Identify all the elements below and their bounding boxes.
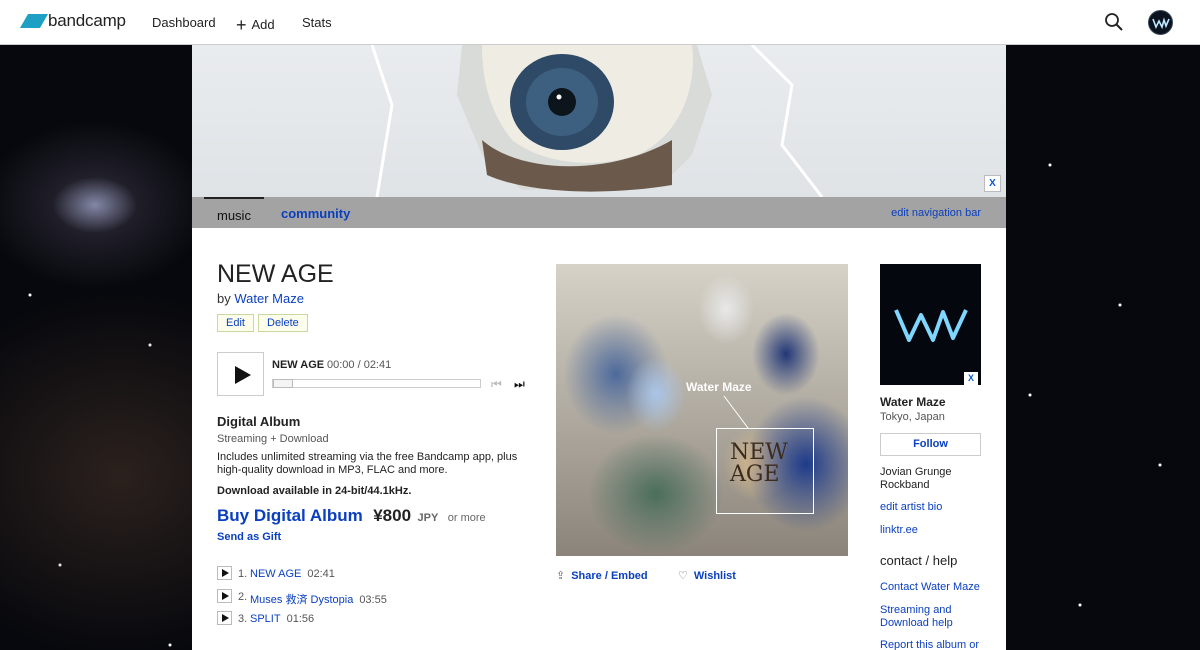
digital-album-title: Digital Album bbox=[217, 414, 301, 429]
album-artwork[interactable]: Water Maze NEW AGE bbox=[556, 264, 848, 556]
tab-community[interactable]: community bbox=[281, 197, 350, 230]
album-title: NEW AGE bbox=[217, 260, 334, 288]
follow-button[interactable]: Follow bbox=[880, 433, 981, 456]
contact-artist-link[interactable]: Contact Water Maze bbox=[880, 581, 990, 594]
eye-artwork bbox=[370, 45, 824, 197]
buy-digital-album-link[interactable]: Buy Digital Album bbox=[217, 506, 363, 525]
previous-track-icon[interactable]: ⏮ bbox=[491, 377, 502, 392]
digital-album-description: Includes unlimited streaming via the fre… bbox=[217, 451, 518, 476]
wm-logo-icon bbox=[893, 308, 968, 342]
currency: JPY bbox=[417, 512, 439, 524]
tab-music[interactable]: music bbox=[204, 197, 264, 228]
band-photo[interactable]: X bbox=[880, 264, 981, 385]
player-time: 00:00 / 02:41 bbox=[327, 359, 392, 371]
avatar[interactable] bbox=[1148, 10, 1173, 35]
next-track-icon[interactable]: ⏭ bbox=[514, 377, 525, 392]
edit-button[interactable]: Edit bbox=[217, 314, 254, 332]
share-embed-link[interactable]: ⇪ Share / Embed bbox=[556, 569, 648, 582]
byline: by Water Maze bbox=[217, 291, 304, 306]
track-number: 2. bbox=[238, 590, 248, 603]
search-icon[interactable] bbox=[1104, 12, 1124, 32]
plus-icon: + bbox=[236, 15, 247, 35]
artist-page: X music community edit navigation bar NE… bbox=[192, 45, 1006, 650]
track-play-button[interactable] bbox=[217, 611, 232, 625]
header-close-button[interactable]: X bbox=[984, 175, 1001, 192]
wm-logo-icon bbox=[1151, 16, 1170, 29]
share-icon: ⇪ bbox=[556, 570, 566, 582]
artist-link[interactable]: Water Maze bbox=[234, 291, 304, 306]
band-photo-close-button[interactable]: X bbox=[964, 372, 978, 385]
report-album-link[interactable]: Report this album or bbox=[880, 639, 990, 650]
by-prefix: by bbox=[217, 291, 231, 306]
send-as-gift-link[interactable]: Send as Gift bbox=[217, 531, 281, 543]
top-bar: bandcamp Dashboard + Add Stats bbox=[0, 0, 1200, 45]
track-duration: 01:56 bbox=[286, 613, 315, 625]
track-title[interactable]: NEW AGE bbox=[250, 568, 301, 580]
wishlist-label: Wishlist bbox=[693, 570, 736, 582]
or-more: or more bbox=[447, 512, 486, 524]
bandcamp-logo-mark bbox=[19, 14, 49, 28]
edit-navigation-bar-link[interactable]: edit navigation bar bbox=[891, 197, 981, 230]
audio-player: NEW AGE 00:00 / 02:41 ⏮ ⏭ bbox=[217, 352, 527, 397]
nav-stats[interactable]: Stats bbox=[302, 15, 332, 30]
track-title[interactable]: Muses 救済 Dystopia bbox=[250, 594, 353, 606]
band-name[interactable]: Water Maze bbox=[880, 395, 946, 409]
nav-dashboard[interactable]: Dashboard bbox=[152, 15, 216, 30]
tab-bar: music community edit navigation bar bbox=[192, 197, 1006, 228]
progress-knob[interactable] bbox=[273, 379, 293, 388]
download-availability: Download available in 24-bit/44.1kHz. bbox=[217, 485, 412, 497]
delete-button[interactable]: Delete bbox=[258, 314, 308, 332]
streaming-download-help-link[interactable]: Streaming and Download help bbox=[880, 604, 970, 630]
track-number: 3. bbox=[238, 613, 248, 625]
progress-bar[interactable] bbox=[272, 379, 481, 388]
artwork-sign: NEW AGE bbox=[730, 442, 788, 486]
track-number: 1. bbox=[238, 568, 248, 580]
wishlist-link[interactable]: ♡ Wishlist bbox=[678, 569, 736, 582]
heart-icon: ♡ bbox=[678, 570, 688, 582]
track-duration: 03:55 bbox=[359, 593, 387, 606]
edit-artist-bio-link[interactable]: edit artist bio bbox=[880, 501, 990, 514]
play-button[interactable] bbox=[217, 352, 264, 396]
track-play-button[interactable] bbox=[217, 566, 232, 580]
share-label: Share / Embed bbox=[571, 570, 648, 582]
track-duration: 02:41 bbox=[307, 568, 335, 580]
contact-help-heading: contact / help bbox=[880, 553, 958, 568]
band-description: Jovian Grunge Rockband bbox=[880, 466, 952, 491]
digital-album-subtitle: Streaming + Download bbox=[217, 433, 329, 445]
band-location: Tokyo, Japan bbox=[880, 411, 945, 423]
nav-add-label: Add bbox=[251, 17, 275, 32]
logo-text: bandcamp bbox=[48, 11, 126, 30]
buy-row: Buy Digital Album ¥800 JPY or more bbox=[217, 506, 486, 526]
header-image: X bbox=[192, 45, 1006, 197]
nav-add[interactable]: + Add bbox=[236, 15, 275, 36]
track-play-button[interactable] bbox=[217, 588, 232, 603]
linktree-link[interactable]: linktr.ee bbox=[880, 524, 990, 537]
track-title[interactable]: SPLIT bbox=[250, 613, 281, 625]
sign-line-1: NEW bbox=[730, 440, 788, 465]
sign-line-2: AGE bbox=[730, 462, 780, 487]
bandcamp-logo[interactable]: bandcamp bbox=[19, 11, 126, 31]
player-track-name: NEW AGE bbox=[272, 359, 325, 371]
price: ¥800 bbox=[373, 506, 412, 525]
